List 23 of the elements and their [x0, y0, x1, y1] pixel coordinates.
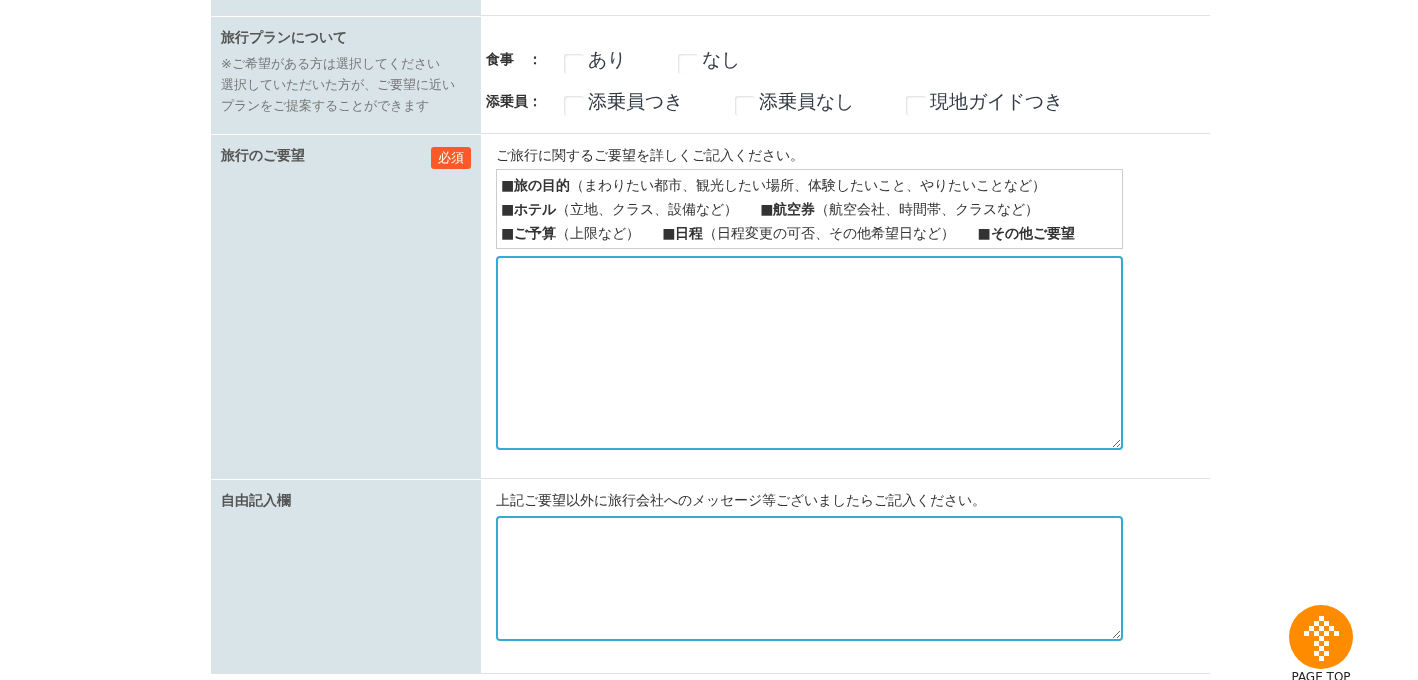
guide-item: ■ホテル（立地、クラス、設備など） [501, 200, 739, 219]
checkbox-label[interactable]: 現地ガイドつき [930, 89, 1063, 115]
free-textarea[interactable] [496, 516, 1123, 641]
instruction-text: ご旅行に関するご要望を詳しくご記入ください。 [496, 147, 805, 165]
checkbox-label[interactable]: あり [588, 47, 626, 73]
option-group-label: 食事 ： [486, 51, 543, 69]
checkbox-label[interactable]: 添乗員つき [588, 89, 683, 115]
guide-item: ■ご予算（上限など） [501, 224, 641, 243]
row-label: 旅行プランについて [221, 29, 348, 47]
request-textarea[interactable] [496, 256, 1123, 450]
option-group-label: 添乗員： [486, 93, 543, 111]
required-badge: 必須 [431, 147, 471, 169]
guide-item: ■その他ご要望 [977, 224, 1075, 243]
hint-text: ※ご希望がある方は選択してください [221, 55, 441, 73]
guide-item: ■旅の目的（まわりたい都市、観光したい場所、体験したいこと、やりたいことなど） [501, 176, 1047, 195]
guide-item: ■日程（日程変更の可否、その他希望日など） [662, 224, 956, 243]
checkbox-label[interactable]: なし [702, 47, 740, 73]
row-label: 自由記入欄 [221, 492, 292, 510]
instruction-text: 上記ご要望以外に旅行会社へのメッセージ等ございましたらご記入ください。 [496, 492, 987, 510]
guide-item: ■航空券（航空会社、時間帯、クラスなど） [760, 200, 1040, 219]
row-label: 旅行のご要望 [221, 147, 305, 165]
hint-text: 選択していただいた方が、ご要望に近いプランをご提案することができます [221, 76, 456, 115]
checkbox-label[interactable]: 添乗員なし [759, 89, 854, 115]
